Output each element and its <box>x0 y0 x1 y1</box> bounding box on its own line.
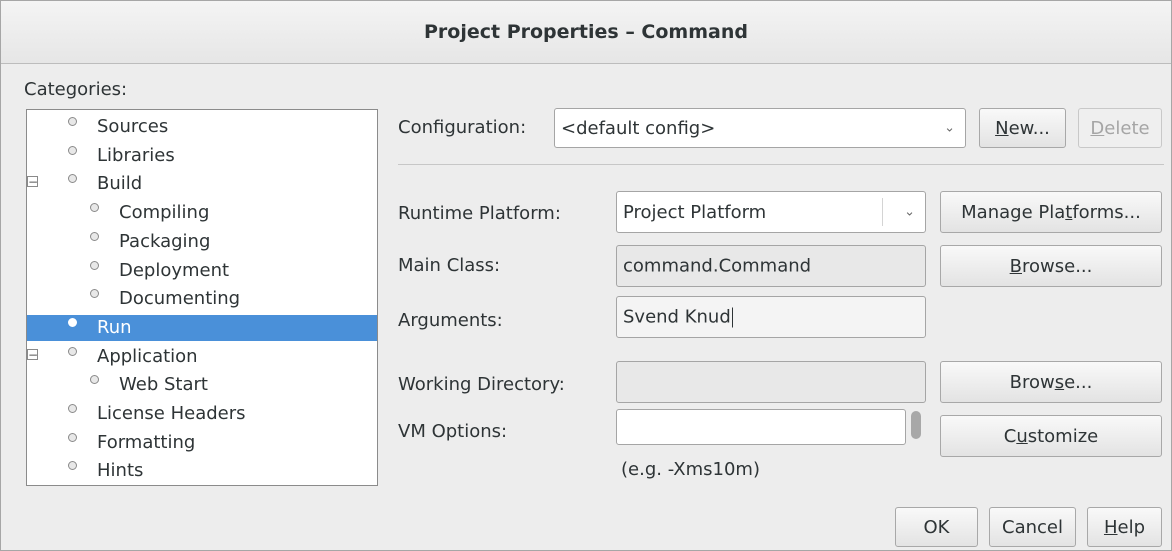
category-label: Build <box>97 173 143 195</box>
text-cursor <box>731 307 733 328</box>
help-button[interactable]: Help <box>1087 507 1162 547</box>
main-class-value: command.Command <box>623 255 812 277</box>
category-item[interactable]: Deployment <box>27 258 377 284</box>
vm-options-hint: (e.g. -Xms10m) <box>621 459 760 480</box>
bullet-icon <box>90 231 99 241</box>
chevron-down-icon: ⌄ <box>944 120 955 136</box>
category-label: Sources <box>97 116 169 137</box>
bullet-icon <box>68 174 77 184</box>
vm-options-scrollbar[interactable] <box>911 411 921 439</box>
ok-button[interactable]: OK <box>895 507 978 547</box>
category-label: Compiling <box>119 202 210 224</box>
working-directory-field[interactable] <box>616 361 926 403</box>
bullet-icon <box>90 375 99 385</box>
category-item[interactable]: Formatting <box>27 430 377 456</box>
category-label: Deployment <box>119 259 230 281</box>
vm-options-label: VM Options: <box>398 421 508 442</box>
project-properties-dialog: Project Properties – Command Categories:… <box>0 0 1172 551</box>
bullet-icon <box>68 317 77 327</box>
bullet-icon <box>68 117 77 126</box>
category-label: Application <box>97 345 198 367</box>
bullet-icon <box>68 346 77 356</box>
collapse-toggle-icon[interactable]: − <box>27 348 38 361</box>
category-label: Documenting <box>119 288 241 310</box>
arguments-input[interactable]: Svend Knud <box>616 296 926 338</box>
bullet-icon <box>68 432 77 442</box>
category-label: Formatting <box>97 431 196 453</box>
category-item[interactable]: Libraries <box>27 143 377 169</box>
bullet-icon <box>68 404 77 413</box>
collapse-toggle-icon[interactable]: − <box>27 176 38 188</box>
configuration-label: Configuration: <box>398 117 527 138</box>
category-item[interactable]: Packaging <box>27 229 377 255</box>
category-label: Hints <box>97 460 144 482</box>
categories-label: Categories: <box>24 79 128 100</box>
bullet-icon <box>68 145 77 155</box>
category-label: Packaging <box>119 230 211 252</box>
working-directory-label: Working Directory: <box>398 374 565 395</box>
bullet-icon <box>68 461 77 471</box>
main-class-label: Main Class: <box>398 255 501 276</box>
runtime-platform-label: Runtime Platform: <box>398 203 561 224</box>
combo-separator <box>882 198 883 226</box>
arguments-value: Svend Knud <box>623 306 731 328</box>
main-class-field[interactable]: command.Command <box>616 245 926 287</box>
category-item[interactable]: License Headers <box>27 401 377 427</box>
configuration-value: <default config> <box>561 118 716 139</box>
arguments-label: Arguments: <box>398 310 503 331</box>
category-label: Run <box>97 316 132 338</box>
chevron-down-icon: ⌄ <box>904 204 915 220</box>
categories-tree[interactable]: Sources Libraries − Build Compiling Packaging… <box>26 109 378 486</box>
category-item[interactable]: Documenting <box>27 286 377 312</box>
browse-working-directory-button[interactable]: Brow s e... <box>940 361 1162 403</box>
bullet-icon <box>90 203 99 213</box>
category-label: Web Start <box>119 374 208 396</box>
section-divider <box>398 164 1164 165</box>
category-item[interactable]: − Build <box>27 171 377 197</box>
category-item[interactable]: Run <box>27 314 377 341</box>
vm-options-input[interactable] <box>616 409 906 445</box>
bullet-icon <box>90 289 99 299</box>
cancel-button[interactable]: Cancel <box>989 507 1076 547</box>
category-label: License Headers <box>97 403 246 424</box>
browse-main-class-button[interactable]: Browse... <box>940 245 1162 287</box>
category-item[interactable]: Hints <box>27 458 377 484</box>
runtime-platform-select[interactable]: Project Platform ⌄ <box>616 191 926 233</box>
dialog-title: Project Properties – Command <box>424 21 748 43</box>
category-item[interactable]: Sources <box>27 114 377 140</box>
configuration-select[interactable]: <default config> ⌄ <box>554 108 966 148</box>
manage-platforms-button[interactable]: Manage Pla t forms... <box>940 191 1162 233</box>
runtime-platform-value: Project Platform <box>623 202 767 223</box>
delete-config-button[interactable]: Delete <box>1078 108 1162 148</box>
new-config-button[interactable]: New... <box>979 108 1066 148</box>
category-label: Libraries <box>97 144 175 166</box>
category-item[interactable]: Web Start <box>27 372 377 398</box>
category-item[interactable]: − Application <box>27 344 377 370</box>
bullet-icon <box>90 260 99 270</box>
category-item[interactable]: Compiling <box>27 200 377 226</box>
customize-button[interactable]: Cu stomize <box>940 415 1162 457</box>
dialog-titlebar[interactable]: Project Properties – Command <box>1 1 1171 64</box>
